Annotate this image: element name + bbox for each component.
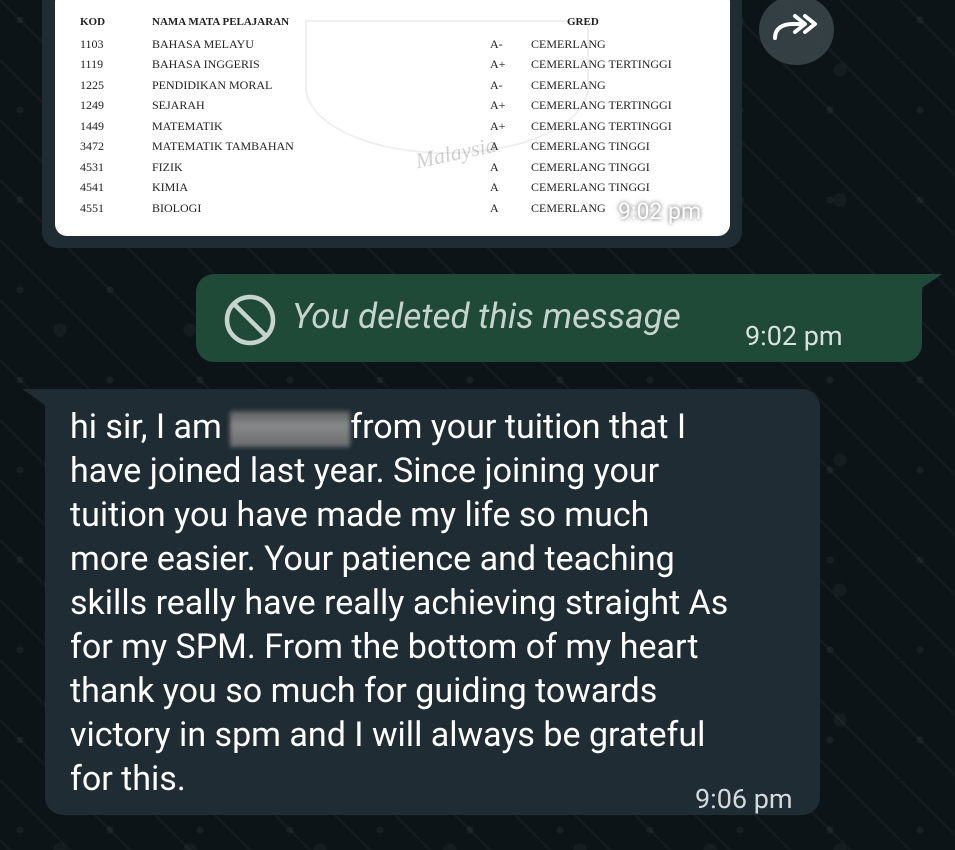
text-message-line-1: hi sir, I am from your tuition that I bbox=[70, 405, 800, 449]
result-nama: SEJARAH bbox=[152, 98, 205, 112]
deleted-message-text: You deleted this message bbox=[292, 296, 681, 337]
result-desc: CEMERLANG bbox=[531, 77, 606, 92]
text-message-body: hi sir, I am from your tuition that I ha… bbox=[70, 405, 800, 801]
result-kod: 1103 bbox=[80, 36, 104, 51]
prohibited-icon bbox=[224, 294, 276, 346]
text-message-line-8: victory in spm and I will always be grat… bbox=[70, 715, 706, 755]
text-message-line-2: have joined last year. Since joining you… bbox=[70, 451, 660, 491]
deleted-message-time: 9:02 pm bbox=[745, 320, 843, 352]
result-desc: CEMERLANG TINGGI bbox=[531, 180, 650, 194]
line1-start: hi sir, I am bbox=[70, 407, 231, 447]
text-message-line-4: more easier. Your patience and teaching bbox=[70, 539, 675, 579]
text-message-line-9: for this. bbox=[70, 759, 186, 799]
result-desc: CEMERLANG bbox=[531, 36, 606, 51]
forward-icon bbox=[772, 14, 817, 40]
result-kod: 4531 bbox=[80, 159, 104, 174]
text-message-line-6: for my SPM. From the bottom of my heart bbox=[70, 627, 699, 667]
result-nama: BIOLOGI bbox=[152, 200, 202, 215]
result-nama: PENDIDIKAN MORAL bbox=[152, 77, 273, 92]
header-gred: GRED bbox=[567, 16, 599, 28]
result-gred: A- bbox=[490, 36, 503, 51]
text-message-line-3: tuition you have made my life so much bbox=[70, 495, 650, 535]
result-kod: 4551 bbox=[80, 200, 104, 215]
result-kod: 1119 bbox=[80, 57, 104, 71]
header-kod: KOD bbox=[80, 16, 106, 28]
result-desc: CEMERLANG bbox=[531, 200, 606, 215]
deleted-message-tail bbox=[910, 274, 942, 296]
result-gred: A+ bbox=[490, 98, 506, 112]
result-gred: A+ bbox=[490, 57, 506, 71]
result-nama: MATEMATIK bbox=[152, 118, 223, 133]
result-desc: CEMERLANG TERTINGGI bbox=[531, 118, 672, 133]
result-gred: A bbox=[490, 200, 499, 215]
result-kod: 1249 bbox=[80, 98, 104, 112]
result-nama: BAHASA MELAYU bbox=[152, 36, 254, 51]
result-gred: A bbox=[490, 159, 499, 174]
line1-end: from your tuition that I bbox=[350, 407, 687, 447]
result-gred: A- bbox=[490, 77, 503, 92]
redacted-name bbox=[230, 411, 351, 448]
result-desc: CEMERLANG TERTINGGI bbox=[531, 98, 672, 112]
result-desc: CEMERLANG TINGGI bbox=[531, 139, 650, 153]
result-kod: 3472 bbox=[80, 139, 104, 153]
result-nama: KIMIA bbox=[152, 180, 188, 194]
result-nama: BAHASA INGGERIS bbox=[152, 57, 260, 71]
text-message-line-7: thank you so much for guiding towards bbox=[70, 671, 658, 711]
result-nama: MATEMATIK TAMBAHAN bbox=[152, 139, 294, 153]
result-kod: 4541 bbox=[80, 180, 104, 194]
text-message-tail bbox=[22, 389, 54, 411]
text-message-line-5: skills really have really achieving stra… bbox=[70, 583, 729, 623]
image-message-time: 9:02 pm bbox=[618, 198, 702, 225]
header-nama: NAMA MATA PELAJARAN bbox=[152, 16, 290, 28]
result-kod: 1225 bbox=[80, 77, 104, 92]
result-desc: CEMERLANG TINGGI bbox=[531, 159, 650, 174]
result-desc: CEMERLANG TERTINGGI bbox=[531, 57, 672, 71]
result-nama: FIZIK bbox=[152, 159, 183, 174]
result-kod: 1449 bbox=[80, 118, 104, 133]
result-gred: A bbox=[490, 180, 499, 194]
text-message-time: 9:06 pm bbox=[695, 783, 793, 815]
